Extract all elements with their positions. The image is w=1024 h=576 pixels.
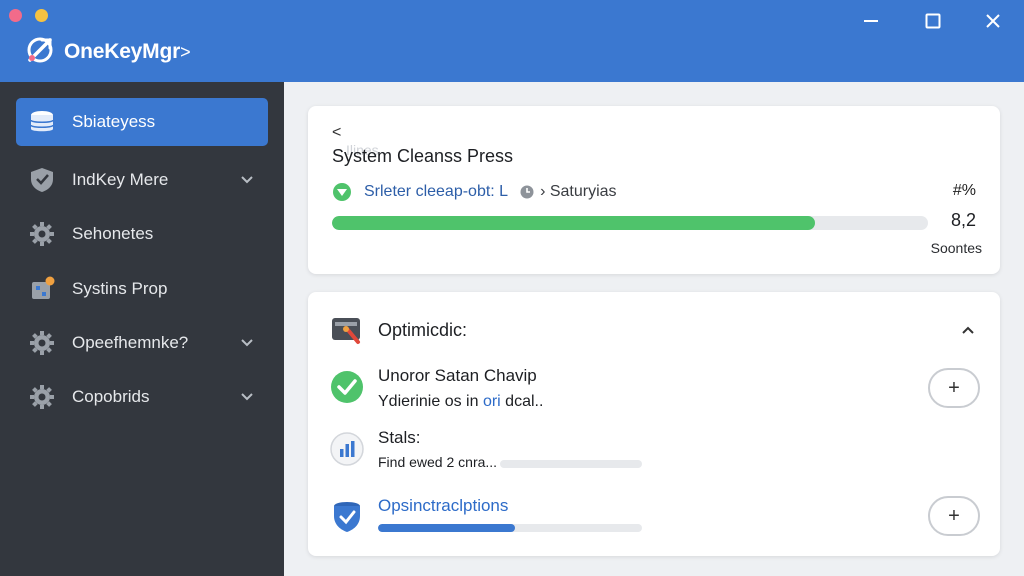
check-circle-icon (331, 371, 363, 403)
plus-icon: + (948, 376, 960, 399)
progress-unit: Soontes (930, 240, 982, 256)
page-title: System Cleanss Press (332, 146, 514, 166)
back-button[interactable]: < Ilines (332, 124, 379, 158)
chevron-down-icon (241, 393, 253, 401)
list-item: Stals: Find ewed 2 cnra... (330, 428, 970, 476)
sidebar-item-label: Sbiateyess (72, 112, 156, 131)
chevron-up-icon (962, 326, 974, 334)
list-item: Unoror Satan Chavip Ydierinie os in ori … (330, 366, 970, 426)
sidebar-item-systins-prop[interactable]: Systins Prop (16, 265, 268, 313)
close-dot-icon[interactable] (9, 9, 22, 22)
shield-check-icon (334, 502, 360, 532)
add-button[interactable]: + (928, 368, 980, 408)
sidebar: Sbiateyess IndKey Mere Sehonetes Systins… (0, 82, 284, 576)
maximize-button[interactable] (922, 10, 944, 32)
item-description: Ydierinie os in ori dcal.. (378, 393, 544, 410)
item-title: Stals: (378, 428, 421, 447)
clock-icon (520, 185, 534, 199)
main-content: < Ilines System Cleanss Press Srleter cl… (284, 82, 1024, 576)
stats-progress-bar (500, 460, 642, 468)
database-icon (30, 111, 54, 132)
add-button[interactable]: + (928, 496, 980, 536)
check-circle-icon (333, 183, 351, 201)
minimize-button[interactable] (860, 10, 882, 32)
shield-icon (31, 168, 53, 192)
bar-chart-icon (330, 432, 364, 466)
sidebar-item-sbiateyess[interactable]: Sbiateyess (16, 98, 268, 146)
progress-value: 8,2 (950, 210, 976, 230)
list-item: Opsinctraclptions (330, 494, 970, 538)
chevron-down-icon (241, 339, 253, 347)
gear-icon (30, 331, 54, 355)
chevron-left-icon: < (332, 124, 342, 141)
sidebar-item-opeefhemnke[interactable]: Opeefhemnke? (16, 319, 268, 367)
close-icon (986, 14, 1000, 28)
close-button[interactable] (982, 10, 1004, 32)
sidebar-item-sehonetes[interactable]: Sehonetes (16, 210, 268, 258)
progress-fill (332, 216, 815, 230)
status-text: Srleter cleeap-obt: L (364, 183, 509, 200)
sidebar-item-indkey-mere[interactable]: IndKey Mere (16, 156, 268, 204)
options-progress-bar (378, 524, 642, 532)
sidebar-item-label: Sehonetes (72, 224, 154, 243)
item-description: Find ewed 2 cnra... (378, 454, 498, 470)
toolbox-icon (332, 318, 360, 344)
cleanup-progress-card: < Ilines System Cleanss Press Srleter cl… (308, 106, 1000, 274)
section-title: Optimicdic: (378, 320, 468, 340)
title-bar: OneKeyMgr> (0, 0, 1024, 82)
minimize-icon (864, 20, 878, 22)
optimization-card: Optimicdic: Unoror Satan Chavip Ydierini… (308, 292, 1000, 556)
sidebar-item-label: Opeefhemnke? (72, 333, 189, 352)
chevron-down-icon (241, 176, 253, 184)
gear-icon (30, 385, 54, 409)
status-text-secondary: › Saturyias (540, 183, 617, 200)
maximize-icon (925, 13, 941, 29)
sidebar-item-copobrids[interactable]: Copobrids (16, 373, 268, 421)
progress-fill (378, 524, 516, 532)
sidebar-item-label: Systins Prop (72, 279, 168, 298)
app-logo-icon (27, 37, 53, 63)
cleanup-progress-bar (332, 216, 928, 230)
percent-label: #% (952, 182, 976, 199)
sidebar-item-label: Copobrids (72, 387, 150, 406)
app-title: OneKeyMgr> (64, 40, 191, 63)
item-title: Unoror Satan Chavip (378, 366, 537, 385)
gear-icon (30, 222, 54, 246)
puzzle-icon (32, 276, 55, 299)
minimize-dot-icon[interactable] (35, 9, 48, 22)
item-title[interactable]: Opsinctraclptions (378, 496, 508, 516)
plus-icon: + (948, 504, 960, 527)
sidebar-item-label: IndKey Mere (72, 170, 169, 189)
status-row: Srleter cleeap-obt: L › Saturyias (332, 180, 892, 204)
collapse-button[interactable] (960, 322, 976, 338)
